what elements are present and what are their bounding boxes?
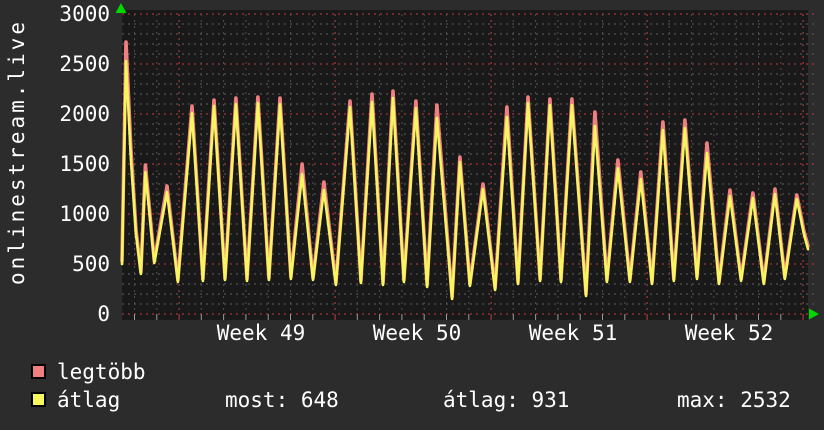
- y-axis-tick-label: 1500: [59, 152, 110, 176]
- x-axis-week-label: Week 51: [528, 321, 618, 345]
- stat-max: max: 2532: [677, 388, 791, 412]
- y-axis-tick-label: 2500: [59, 52, 110, 76]
- rrd-graph-page: onlinestream.live 0 500 1000 1500 2000 2500 30…: [0, 0, 824, 430]
- x-axis-week-label: Week 49: [216, 321, 306, 345]
- vertical-axis-title: onlinestream.live: [5, 19, 29, 285]
- stat-atlag: átlag: 931: [443, 388, 570, 412]
- x-axis-week-label: Week 52: [684, 321, 774, 345]
- legtobb-color-swatch: [31, 364, 46, 379]
- x-axis-week-label: Week 50: [372, 321, 462, 345]
- atlag-color-swatch: [31, 392, 46, 407]
- y-axis-tick-label: 500: [72, 252, 110, 276]
- y-axis-tick-label: 2000: [59, 102, 110, 126]
- stat-most: most: 648: [225, 388, 339, 412]
- y-axis-tick-label: 1000: [59, 202, 110, 226]
- x-axis-arrow-icon: [809, 308, 819, 320]
- y-axis-tick-label: 3000: [59, 2, 110, 26]
- legend-label-legtobb: legtöbb: [57, 360, 146, 384]
- y-axis-tick-label: 0: [97, 302, 110, 326]
- legend-label-atlag: átlag: [57, 388, 121, 412]
- y-axis-arrow-icon: [115, 3, 127, 13]
